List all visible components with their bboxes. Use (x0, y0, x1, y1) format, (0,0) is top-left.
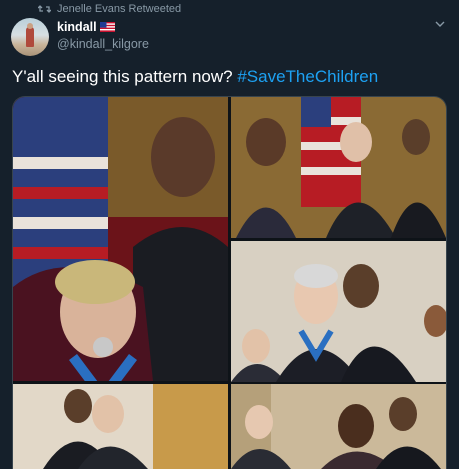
retweet-context[interactable]: Jenelle Evans Retweeted (38, 2, 181, 16)
medal-photo-2[interactable] (231, 97, 446, 238)
medal-photo-4[interactable] (13, 384, 228, 469)
chevron-down-icon[interactable] (435, 20, 445, 28)
medal-photo-3[interactable] (231, 241, 446, 382)
medal-photo-1[interactable] (13, 97, 228, 381)
media-collage[interactable] (12, 96, 447, 469)
medal-photo-5[interactable] (231, 384, 446, 469)
author-name-row[interactable]: kindall (57, 20, 115, 34)
author-name[interactable]: kindall (57, 20, 97, 34)
author-handle[interactable]: @kindall_kilgore (57, 37, 149, 51)
retweet-icon (38, 5, 51, 13)
avatar[interactable] (11, 18, 49, 56)
retweet-text: Jenelle Evans Retweeted (57, 3, 182, 15)
tweet-text: Y'all seeing this pattern now? #SaveTheC… (12, 67, 378, 87)
us-flag-icon (99, 22, 115, 32)
tweet-body: Y'all seeing this pattern now? (12, 67, 233, 86)
hashtag-link[interactable]: #SaveTheChildren (237, 67, 378, 86)
